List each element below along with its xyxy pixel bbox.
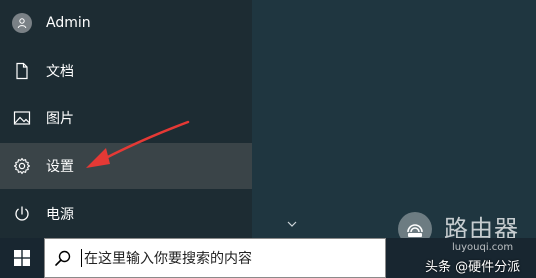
start-item-label: 电源 (46, 207, 74, 223)
start-item-power[interactable]: 电源 (0, 191, 252, 237)
start-item-documents[interactable]: 文档 (0, 48, 252, 94)
gear-icon (0, 157, 44, 175)
annotation-arrow (86, 120, 190, 168)
windows-icon (14, 250, 30, 266)
start-item-label: Admin (46, 15, 91, 31)
chevron-down-icon[interactable] (286, 218, 298, 230)
start-item-label: 图片 (46, 111, 74, 127)
power-icon (0, 205, 44, 223)
start-item-label: 设置 (46, 159, 74, 175)
start-item-admin[interactable]: Admin (0, 0, 252, 46)
start-button[interactable] (0, 238, 44, 278)
start-item-label: 文档 (46, 64, 74, 80)
watermark-credit: 头条 @硬件分派 (425, 260, 521, 275)
search-input[interactable]: 在这里输入你要搜索的内容 (44, 238, 386, 278)
user-icon (0, 13, 44, 33)
pictures-icon (0, 110, 44, 126)
start-tiles-area (252, 0, 536, 238)
search-icon (45, 249, 81, 267)
text-caret (81, 249, 82, 267)
search-placeholder: 在这里输入你要搜索的内容 (84, 251, 252, 267)
watermark-url: luyouqi.com (452, 242, 514, 253)
document-icon (0, 62, 44, 80)
